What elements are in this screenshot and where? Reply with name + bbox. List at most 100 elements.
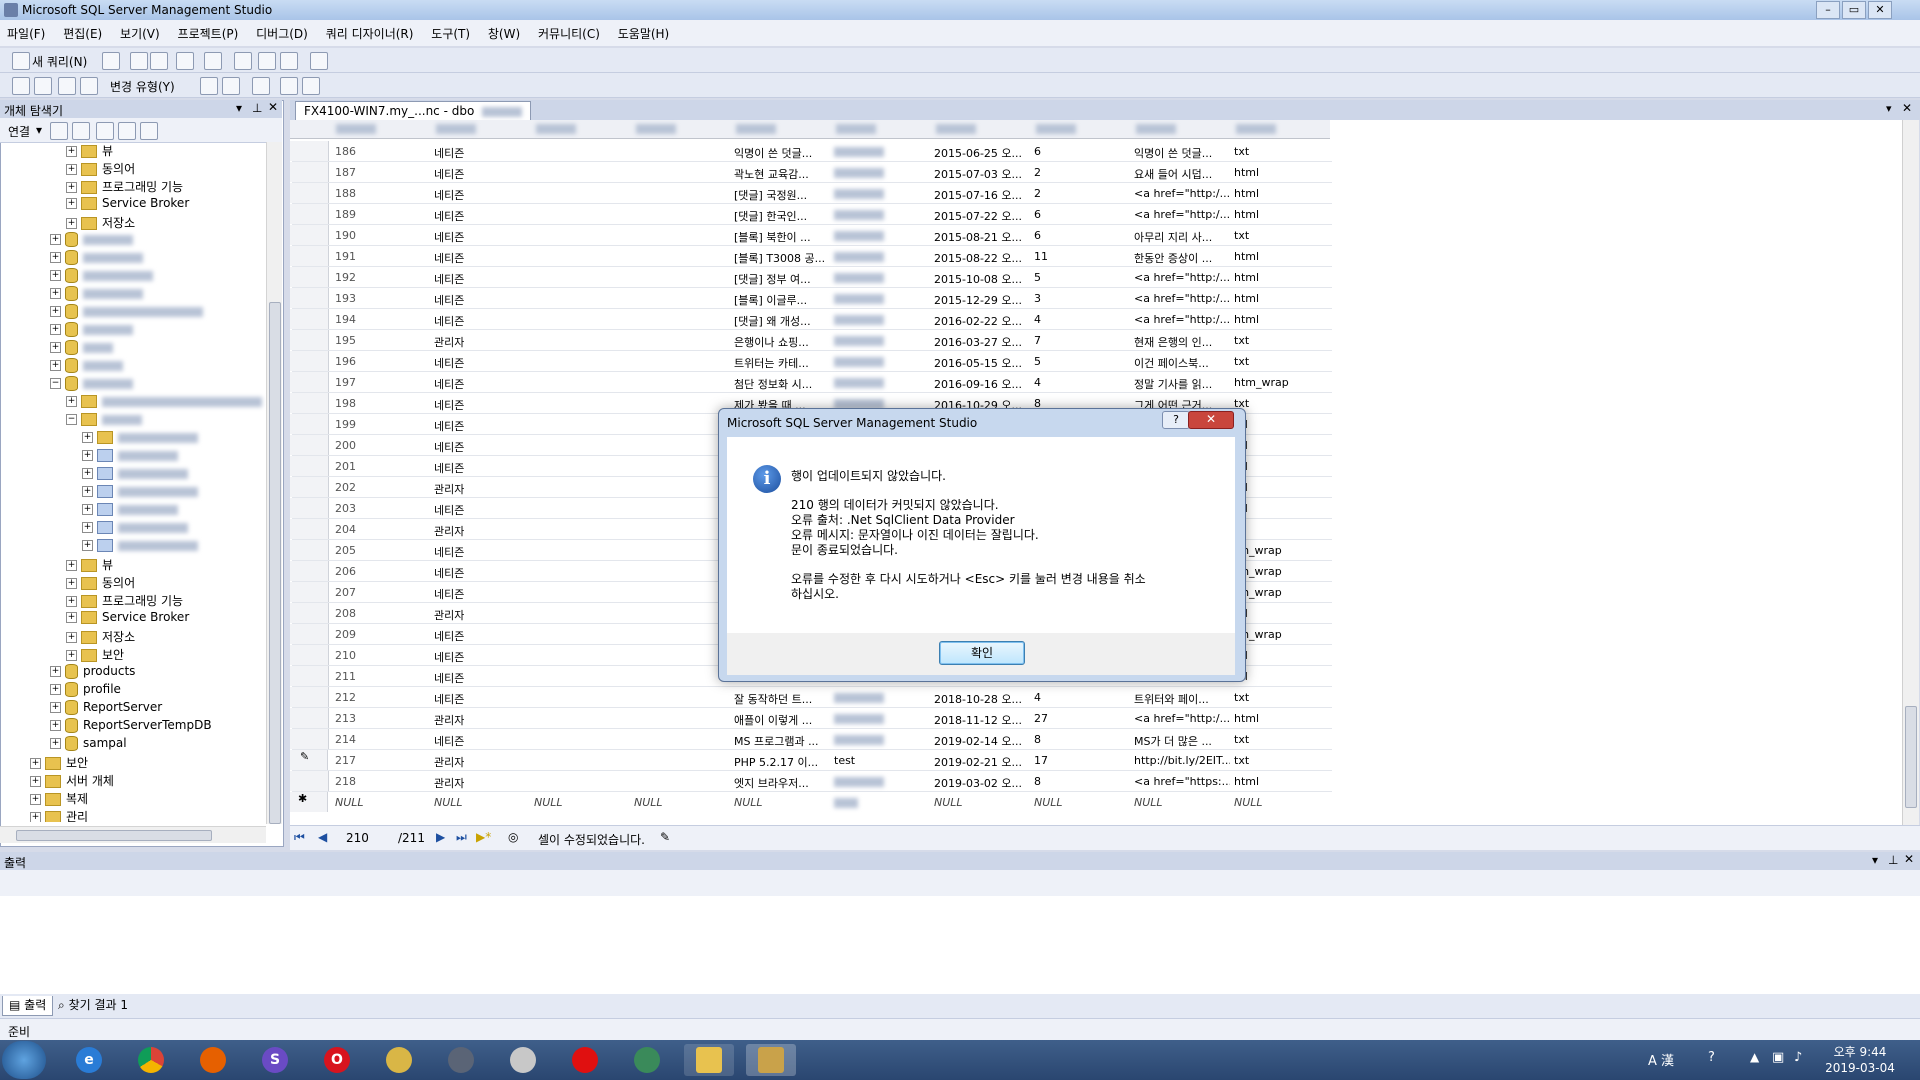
row-selector[interactable] xyxy=(290,687,329,707)
grid-cell[interactable]: 3 xyxy=(1034,292,1041,305)
row-selector[interactable] xyxy=(290,624,329,644)
dropdown-icon[interactable]: ▾ xyxy=(36,123,42,137)
tree-node[interactable]: + xyxy=(50,358,123,376)
grid-cell[interactable]: 네티즌 xyxy=(434,565,464,581)
grid-cell[interactable]: http://bit.ly/2EIT... xyxy=(1134,754,1230,767)
grid-cell[interactable]: test xyxy=(834,754,855,767)
tree-node[interactable]: + xyxy=(82,466,188,484)
clock[interactable]: 오후 9:44 2019-03-04 xyxy=(1818,1044,1902,1076)
expand-icon[interactable]: + xyxy=(66,164,77,175)
expand-icon[interactable]: + xyxy=(82,486,93,497)
grid-cell[interactable]: 네티즌 xyxy=(434,439,464,455)
tree-node[interactable]: + ReportServer xyxy=(50,700,162,718)
grid-cell[interactable]: [블록] 북한이 ... xyxy=(734,229,811,245)
disconnect-icon[interactable] xyxy=(72,122,90,140)
chrome-taskbar-icon[interactable] xyxy=(126,1044,176,1076)
expand-icon[interactable]: + xyxy=(50,702,61,713)
filter-icon[interactable] xyxy=(118,122,136,140)
row-selector[interactable] xyxy=(290,225,329,245)
grid-cell[interactable]: 익명이 쓴 덧글... xyxy=(734,145,812,161)
grid-cell[interactable]: 네티즌 xyxy=(434,733,464,749)
grid-cell[interactable]: [댓글] 정부 여... xyxy=(734,271,811,287)
expand-icon[interactable]: + xyxy=(50,306,61,317)
pin-icon[interactable]: ⊥ xyxy=(252,101,262,115)
null-cell[interactable]: NULL xyxy=(734,796,763,809)
close-button[interactable]: ✕ xyxy=(1868,1,1892,19)
xmla-query-icon[interactable] xyxy=(204,52,222,70)
row-selector[interactable] xyxy=(290,372,329,392)
expand-icon[interactable]: + xyxy=(66,396,77,407)
null-cell[interactable]: NULL xyxy=(934,796,963,809)
grid-cell[interactable]: 2015-07-16 오... xyxy=(934,187,1022,203)
row-selector[interactable] xyxy=(290,351,329,371)
menu-community[interactable]: 커뮤니티(C) xyxy=(531,20,607,42)
save-icon[interactable] xyxy=(258,52,276,70)
grid-cell[interactable]: txt xyxy=(1234,145,1249,158)
column-header[interactable] xyxy=(736,124,776,134)
grid-cell[interactable]: 네티즌 xyxy=(434,691,464,707)
grid-cell[interactable]: 네티즌 xyxy=(434,313,464,329)
grid-cell[interactable]: 네티즌 xyxy=(434,292,464,308)
expand-icon[interactable]: + xyxy=(66,218,77,229)
expand-icon[interactable]: + xyxy=(50,738,61,749)
tree-node[interactable]: + xyxy=(50,286,143,304)
row-selector[interactable] xyxy=(290,309,329,329)
add-table-icon[interactable] xyxy=(280,77,298,95)
tray-expand-icon[interactable]: ▲ xyxy=(1750,1050,1759,1064)
grid-cell[interactable]: 엣지 브라우저... xyxy=(734,775,809,791)
expand-icon[interactable]: + xyxy=(30,776,41,787)
execute-sql-icon[interactable] xyxy=(200,77,218,95)
grid-cell[interactable]: 205 xyxy=(335,544,356,557)
grid-cell[interactable]: txt xyxy=(1234,754,1249,767)
grid-cell[interactable]: 208 xyxy=(335,607,356,620)
tree-node[interactable]: − xyxy=(50,376,133,394)
tree-node[interactable]: + 서버 개체 xyxy=(30,772,114,790)
grid-cell[interactable]: 네티즌 xyxy=(434,355,464,371)
grid-cell[interactable]: 네티즌 xyxy=(434,271,464,287)
grid-cell[interactable]: 요새 들어 시덥... xyxy=(1134,166,1212,182)
help-tray-icon[interactable]: ? xyxy=(1708,1050,1715,1065)
row-selector[interactable] xyxy=(290,246,329,266)
tab-table-editor[interactable]: FX4100-WIN7.my_...nc - dbo xyxy=(295,101,532,120)
tree-node[interactable]: + xyxy=(50,322,133,340)
tree-node[interactable]: + 저장소 xyxy=(66,214,135,232)
dialog-close-button[interactable]: ✕ xyxy=(1188,411,1234,429)
stop-icon[interactable]: ◎ xyxy=(508,830,518,844)
null-cell[interactable]: NULL xyxy=(335,796,364,809)
grid-cell[interactable]: PHP 5.2.17 이... xyxy=(734,754,818,770)
column-header[interactable] xyxy=(836,124,876,134)
tree-node[interactable]: + 프로그래밍 기능 xyxy=(66,178,183,196)
ie-taskbar-icon[interactable]: e xyxy=(64,1044,114,1076)
expand-icon[interactable]: + xyxy=(82,432,93,443)
grid-cell[interactable]: txt xyxy=(1234,229,1249,242)
grid-cell[interactable]: 8 xyxy=(1034,775,1041,788)
grid-cell[interactable]: 2018-11-12 오... xyxy=(934,712,1022,728)
network-icon[interactable]: ▣ xyxy=(1772,1050,1784,1065)
grid-cell[interactable]: 2016-02-22 오... xyxy=(934,313,1022,329)
grid-cell[interactable]: 2016-03-27 오... xyxy=(934,334,1022,350)
row-selector[interactable] xyxy=(290,141,329,161)
row-selector[interactable] xyxy=(290,477,329,497)
row-selector[interactable] xyxy=(290,729,329,749)
column-header[interactable] xyxy=(1136,124,1176,134)
media-taskbar-icon[interactable] xyxy=(498,1044,548,1076)
grid-cell[interactable]: 2015-08-21 오... xyxy=(934,229,1022,245)
refresh-icon[interactable] xyxy=(140,122,158,140)
tree-node[interactable]: + 복제 xyxy=(30,790,88,808)
tree-node[interactable]: + xyxy=(82,430,198,448)
grid-cell[interactable]: 네티즌 xyxy=(434,460,464,476)
tree-node[interactable]: + 프로그래밍 기능 xyxy=(66,592,183,610)
grid-cell[interactable]: <a href="http:/... xyxy=(1134,292,1230,305)
row-selector[interactable] xyxy=(290,519,329,539)
grid-cell[interactable]: 트위터는 카테... xyxy=(734,355,809,371)
grid-cell[interactable]: 2019-02-14 오... xyxy=(934,733,1022,749)
grid-cell[interactable]: 2015-08-22 오... xyxy=(934,250,1022,266)
grid-cell[interactable]: 197 xyxy=(335,376,356,389)
column-header[interactable] xyxy=(436,124,476,134)
tree-node[interactable]: + 동의어 xyxy=(66,160,135,178)
verify-sql-icon[interactable] xyxy=(222,77,240,95)
grid-cell[interactable]: 네티즌 xyxy=(434,670,464,686)
tree-node[interactable]: + Service Broker xyxy=(66,196,189,214)
grid-cell[interactable]: 188 xyxy=(335,187,356,200)
tab-close-icon[interactable]: ✕ xyxy=(1902,101,1912,115)
